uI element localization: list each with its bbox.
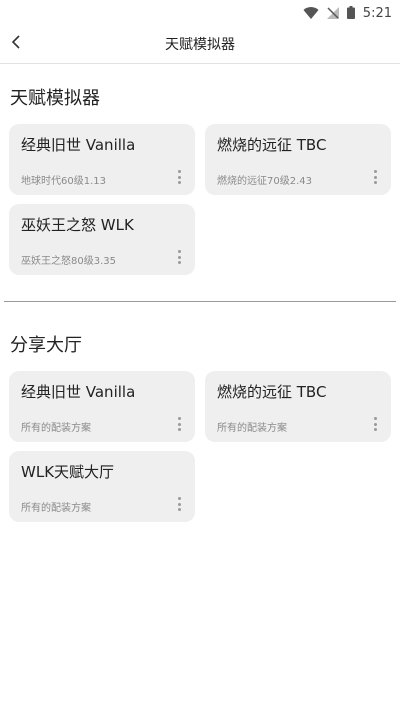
card-title: 巫妖王之怒 WLK	[21, 216, 134, 234]
share-card-vanilla[interactable]: 经典旧世 Vanilla 所有的配装方案	[9, 371, 195, 442]
wifi-icon	[303, 4, 319, 23]
card-title: 燃烧的远征 TBC	[217, 136, 327, 154]
card-title: 经典旧世 Vanilla	[21, 136, 136, 154]
simulator-section-title: 天赋模拟器	[10, 88, 100, 109]
simulator-card-tbc[interactable]: 燃烧的远征 TBC 燃烧的远征70级2.43	[205, 124, 391, 195]
status-icons: 5:21	[303, 4, 392, 23]
card-title: WLK天赋大厅	[21, 463, 115, 481]
card-subtitle: 燃烧的远征70级2.43	[217, 176, 312, 187]
app-bar: 天赋模拟器	[0, 24, 400, 64]
no-signal-icon	[326, 4, 339, 23]
more-vert-icon[interactable]	[171, 168, 187, 186]
share-card-tbc[interactable]: 燃烧的远征 TBC 所有的配装方案	[205, 371, 391, 442]
simulator-card-wlk[interactable]: 巫妖王之怒 WLK 巫妖王之怒80级3.35	[9, 204, 195, 275]
status-time: 5:21	[362, 6, 392, 21]
simulator-card-vanilla[interactable]: 经典旧世 Vanilla 地球时代60级1.13	[9, 124, 195, 195]
status-bar: 5:21	[0, 0, 400, 24]
more-vert-icon[interactable]	[367, 168, 383, 186]
card-title: 经典旧世 Vanilla	[21, 383, 136, 401]
section-divider	[4, 301, 396, 302]
card-subtitle: 所有的配装方案	[217, 423, 287, 434]
card-subtitle: 所有的配装方案	[21, 423, 91, 434]
share-section-title: 分享大厅	[10, 335, 82, 356]
card-subtitle: 所有的配装方案	[21, 503, 91, 514]
more-vert-icon[interactable]	[171, 415, 187, 433]
page-title: 天赋模拟器	[165, 37, 235, 53]
card-subtitle: 巫妖王之怒80级3.35	[21, 256, 116, 267]
share-card-wlk[interactable]: WLK天赋大厅 所有的配装方案	[9, 451, 195, 522]
card-title: 燃烧的远征 TBC	[217, 383, 327, 401]
more-vert-icon[interactable]	[367, 415, 383, 433]
more-vert-icon[interactable]	[171, 495, 187, 513]
battery-icon	[346, 4, 355, 23]
more-vert-icon[interactable]	[171, 248, 187, 266]
card-subtitle: 地球时代60级1.13	[21, 176, 106, 187]
